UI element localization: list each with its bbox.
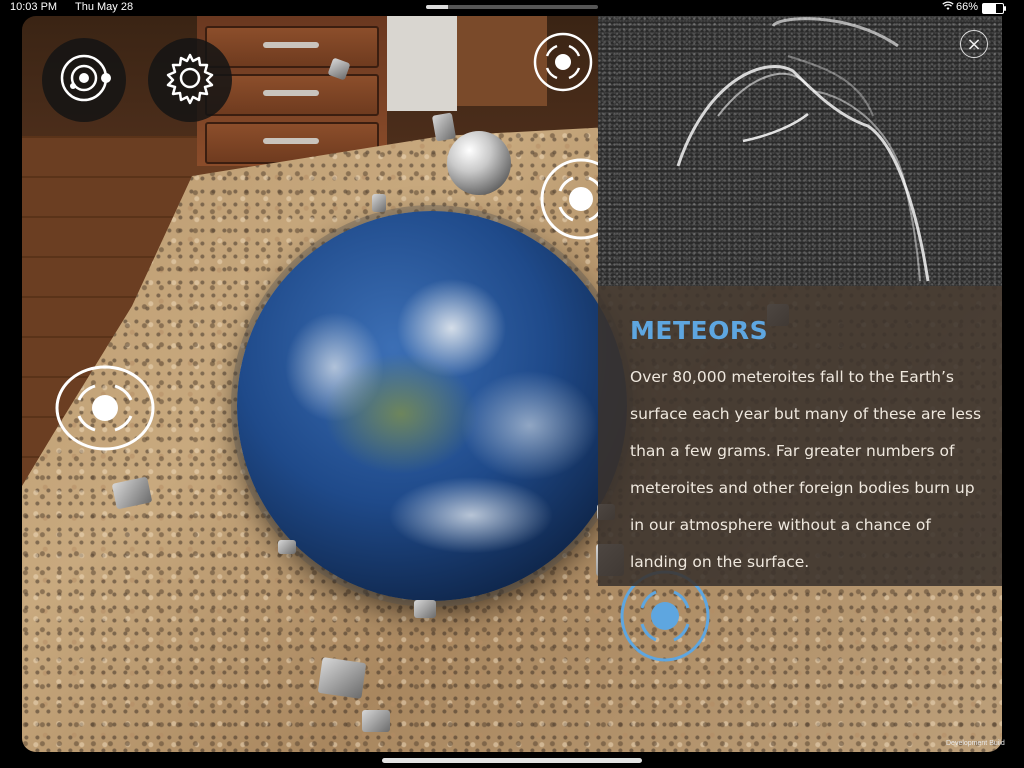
settings-button[interactable] (148, 38, 232, 122)
dev-build-label: Development Build (946, 740, 1005, 747)
status-time: 10:03 PM (10, 1, 58, 13)
home-indicator[interactable] (382, 758, 642, 763)
info-title: METEORS (630, 316, 769, 345)
info-body: Over 80,000 meteroites fall to the Earth… (630, 368, 982, 571)
meteor-rock (362, 710, 390, 732)
meteor-rock (414, 600, 436, 618)
orbit-hotspot-icon (55, 365, 155, 455)
battery-icon (982, 3, 1006, 14)
orbit-hotspot-button[interactable] (55, 365, 155, 455)
close-button[interactable]: × (960, 30, 988, 58)
meteor-rock (317, 657, 367, 699)
meteor-rock (431, 112, 457, 142)
close-icon: × (966, 33, 982, 55)
orbit-hotspot-button[interactable] (533, 32, 593, 96)
gear-icon (162, 50, 218, 110)
info-panel: METEORS Over 80,000 meteroites fall to t… (598, 16, 1002, 586)
drawer (205, 26, 379, 68)
status-bar: 10:03 PM Thu May 28 66% (0, 0, 1024, 16)
wifi-icon (942, 1, 954, 14)
solar-system-button[interactable] (42, 38, 126, 122)
status-date: Thu May 28 (75, 1, 134, 13)
orbit-hotspot-icon (620, 570, 710, 666)
battery-percent: 66% (956, 1, 979, 13)
meteor-radar-image (598, 16, 1002, 286)
meteor-rock (372, 194, 386, 212)
orbit-hotspot-icon (533, 32, 593, 96)
moon-model[interactable] (447, 131, 511, 195)
meteor-rock (278, 540, 296, 554)
solar-system-icon (56, 50, 112, 110)
multitasking-indicator[interactable] (426, 5, 598, 9)
wall (387, 16, 457, 111)
